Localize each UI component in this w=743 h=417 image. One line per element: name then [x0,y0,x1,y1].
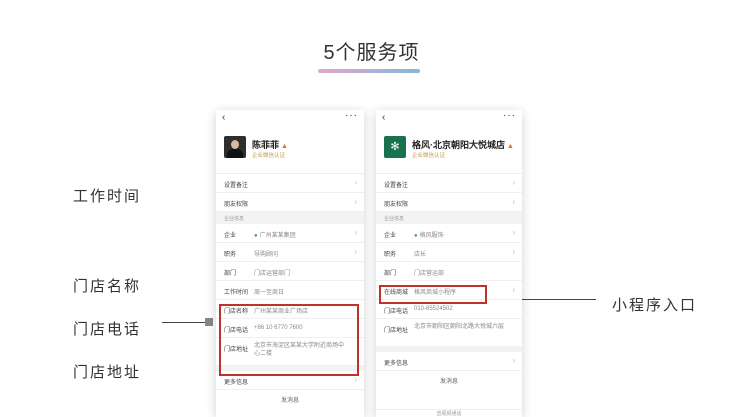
send-message-button[interactable]: 发消息 [216,390,364,406]
verified-icon: ▲ [281,143,288,150]
row-friend-permission[interactable]: 朋友权限 › [376,193,522,212]
more-icon[interactable]: ··· [345,110,358,121]
chevron-right-icon: › [512,178,515,187]
connector-dot-left [205,318,213,326]
chevron-right-icon: › [354,178,357,187]
left-label-store-address: 门店地址 [73,364,142,381]
back-icon[interactable]: ‹ [222,112,225,123]
row-store-address[interactable]: 门店地址 北京市朝阳区朝阳北路大悦城六层 [376,319,522,347]
back-icon[interactable]: ‹ [382,112,385,123]
avatar[interactable] [224,136,246,158]
row-department: 部门 门店营运部 [376,262,522,281]
row-set-remark[interactable]: 设置备注 › [216,174,364,193]
verified-icon: ▲ [507,143,514,150]
row-position: 职务 店长 › [376,243,522,262]
row-company[interactable]: 企业 ● 格风服饰 › [376,224,522,243]
row-work-hours: 工作时间 周一至周日 [216,281,364,300]
profile-header: 陈菲菲 ▲ 企业微信认证 [216,124,364,174]
chevron-right-icon: › [354,197,357,206]
phone-top-bar: ‹ ··· [216,110,364,124]
section-band: 企业信息 [216,212,364,224]
profile-name: 陈菲菲 [252,140,280,150]
row-set-remark[interactable]: 设置备注 › [376,174,522,193]
row-department: 部门 门店运营部门 [216,262,364,281]
row-company[interactable]: 企业 ● 广州某某集团 › [216,224,364,243]
page-title: 5个服务项 [323,42,420,64]
row-position: 职务 导购顾问 › [216,243,364,262]
profile-subtitle: 企业微信认证 [252,153,286,159]
chevron-right-icon: › [512,285,515,294]
chevron-right-icon: › [354,247,357,256]
highlight-box-store-info [219,304,359,376]
profile-name: 格风·北京朝阳大悦城店 [412,140,505,150]
left-label-store-name: 门店名称 [73,278,142,295]
chevron-right-icon: › [512,247,515,256]
row-more-info[interactable]: 更多信息 › [376,352,522,371]
chevron-right-icon: › [354,228,357,237]
chevron-right-icon: › [512,228,515,237]
chevron-right-icon: › [354,375,357,384]
left-label-store-phone: 门店电话 [73,321,142,338]
chevron-right-icon: › [512,356,515,365]
send-message-button[interactable]: 发消息 [376,371,522,387]
phone-screenshot-store: ‹ ··· ✻ 格风·北京朝阳大悦城店 ▲ 企业微信认证 设置备注 › 朋友权限 › … [376,110,522,417]
row-friend-permission[interactable]: 朋友权限 › [216,193,364,212]
section-band: 企业信息 [376,212,522,224]
profile-subtitle: 企业微信认证 [412,153,446,159]
call-tab[interactable]: 音视频通话 [376,409,522,417]
chevron-right-icon: › [512,197,515,206]
shield-icon: ● [254,233,258,239]
shield-icon: ● [414,233,418,239]
phone-screenshot-personal: ‹ ··· 陈菲菲 ▲ 企业微信认证 设置备注 › 朋友权限 › 企业信息 企业 ● 广州… [216,110,364,417]
phone-top-bar: ‹ ··· [376,110,522,124]
left-label-work-hours: 工作时间 [73,188,142,205]
highlight-box-mini-program [379,285,487,304]
store-logo-icon[interactable]: ✻ [384,136,406,158]
profile-header: ✻ 格风·北京朝阳大悦城店 ▲ 企业微信认证 [376,124,522,174]
more-icon[interactable]: ··· [503,110,516,121]
title-underline [318,69,420,73]
connector-line-left [162,322,206,323]
right-label-mini-program: 小程序入口 [612,297,698,314]
